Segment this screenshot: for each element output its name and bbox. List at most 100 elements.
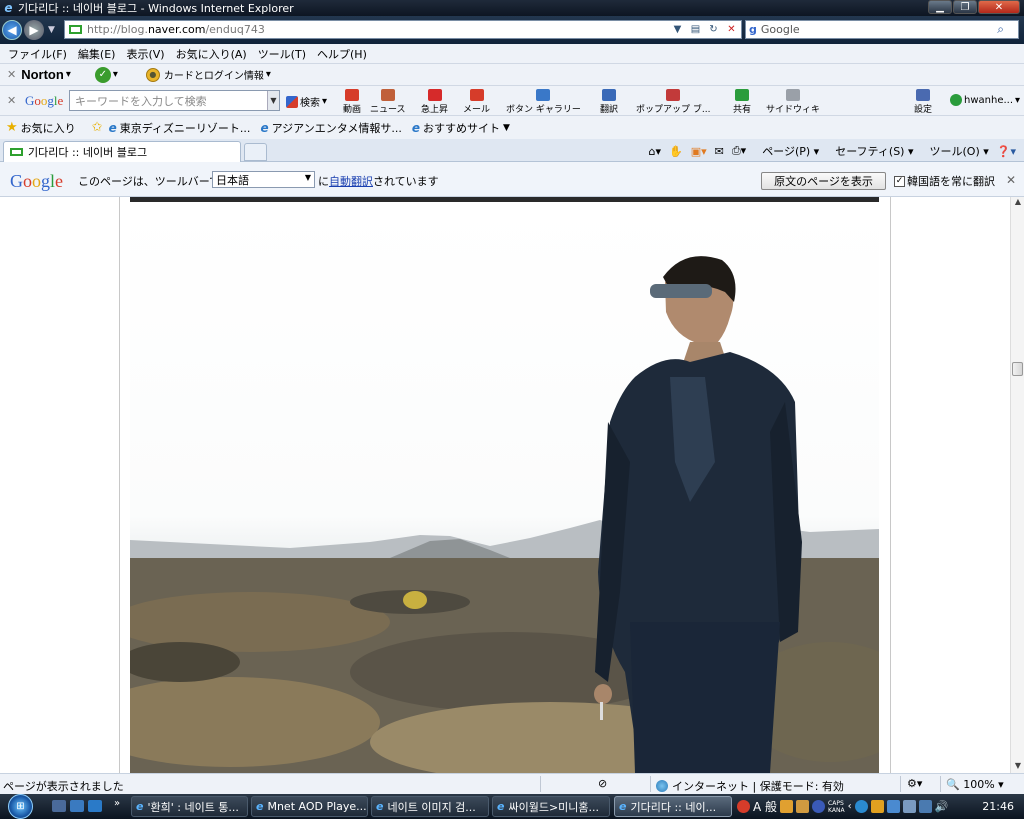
tray-icon-1[interactable] bbox=[854, 800, 868, 813]
tool-trending[interactable]: 急上昇 bbox=[421, 89, 448, 115]
minimize-button[interactable]: ▁ bbox=[928, 0, 952, 14]
google-logo: Google bbox=[10, 171, 64, 191]
add-favorite-icon[interactable]: ✩ bbox=[92, 120, 103, 135]
ime-tool-icon[interactable] bbox=[780, 800, 794, 813]
clock[interactable]: 21:46 bbox=[982, 800, 1014, 813]
back-button[interactable]: ◀ bbox=[2, 20, 22, 40]
close-translate-bar-icon[interactable]: ✕ bbox=[1006, 173, 1016, 187]
refresh-icon[interactable]: ↻ bbox=[706, 22, 721, 37]
scroll-down-icon[interactable]: ▼ bbox=[1011, 761, 1024, 773]
menu-tools[interactable]: ツール(T) bbox=[258, 46, 306, 62]
switch-windows-icon[interactable] bbox=[70, 800, 84, 812]
forward-button[interactable]: ▶ bbox=[24, 20, 44, 40]
security-zone[interactable]: インターネット | 保護モード: 有効 bbox=[656, 778, 844, 794]
globe-icon bbox=[656, 780, 668, 792]
network-icon[interactable] bbox=[918, 800, 932, 813]
home-icon[interactable]: ⌂▾ bbox=[649, 145, 662, 158]
favorite-link-2[interactable]: e アジアンエンタメ情報サ... bbox=[260, 120, 401, 136]
tool-button-gallery[interactable]: ボタン ギャラリー bbox=[506, 89, 581, 115]
chevron-left-icon[interactable]: ‹ bbox=[848, 801, 852, 812]
print-icon[interactable]: ⎙▾ bbox=[732, 144, 746, 158]
tray-icon-4[interactable] bbox=[902, 800, 916, 813]
menu-edit[interactable]: 編集(E) bbox=[78, 46, 116, 62]
close-google-toolbar-icon[interactable]: ✕ bbox=[7, 94, 16, 107]
ime-indicator[interactable]: A 般 bbox=[753, 798, 777, 815]
menu-favorites[interactable]: お気に入り(A) bbox=[176, 46, 247, 62]
google-search-input[interactable]: キーワードを入力して検索 ▼ bbox=[69, 90, 280, 111]
address-url[interactable]: http://blog.naver.com/enduq743 bbox=[87, 23, 265, 36]
menu-help[interactable]: ヘルプ(H) bbox=[317, 46, 367, 62]
taskbar-button-4[interactable]: e 싸이월드>미니홈... bbox=[492, 796, 610, 817]
safe-check-icon[interactable]: ✓ bbox=[94, 66, 111, 83]
vertical-scrollbar[interactable]: ▲ ▼ bbox=[1010, 197, 1024, 773]
norton-toolbar: ✕ Norton ▾ ✓ ▾ ● カードとログイン情報 ▾ bbox=[0, 64, 1024, 86]
tool-share[interactable]: 共有 bbox=[733, 89, 751, 115]
show-desktop-icon[interactable] bbox=[52, 800, 66, 812]
tools-menu[interactable]: ツール(O) ▾ bbox=[922, 143, 989, 159]
tray-app-icon[interactable] bbox=[737, 800, 750, 813]
ie-page-icon: e bbox=[411, 120, 420, 135]
taskbar-button-3[interactable]: e 네이트 이미지 검... bbox=[371, 796, 489, 817]
card-login-button[interactable]: カードとログイン情報 bbox=[164, 67, 264, 82]
zoom-level[interactable]: 🔍 100% ▾ bbox=[946, 778, 1004, 791]
close-toolbar-icon[interactable]: ✕ bbox=[7, 68, 16, 81]
feeds-icon[interactable]: ▣▾ bbox=[691, 145, 707, 158]
google-search-dropdown-icon[interactable]: ▼ bbox=[267, 91, 279, 110]
tab-active[interactable]: 기다리다 :: 네이버 블로그 bbox=[3, 141, 241, 162]
address-bar[interactable]: http://blog.naver.com/enduq743 ▼ ▤ ↻ ✕ bbox=[64, 20, 742, 39]
scroll-thumb[interactable] bbox=[1012, 362, 1023, 376]
hand-icon[interactable]: ✋ bbox=[669, 145, 683, 158]
tool-popup-blocker[interactable]: ポップアップ ブ... bbox=[636, 89, 710, 115]
tray-icon-3[interactable] bbox=[886, 800, 900, 813]
google-search-icon bbox=[286, 95, 298, 108]
compatibility-view-icon[interactable]: ▤ bbox=[688, 22, 703, 37]
norton-brand[interactable]: Norton bbox=[21, 67, 64, 82]
google-logo[interactable]: Google bbox=[25, 93, 63, 109]
start-button[interactable]: ⊞ bbox=[8, 794, 33, 819]
volume-icon[interactable]: 🔊 bbox=[935, 800, 949, 813]
tool-settings[interactable]: 設定 bbox=[914, 89, 932, 115]
google-search-button[interactable]: 検索 ▾ bbox=[286, 94, 327, 109]
maximize-button[interactable]: ❐ bbox=[953, 0, 977, 14]
tray-icon-2[interactable] bbox=[870, 800, 884, 813]
taskbar-button-2[interactable]: e Mnet AOD Playe... bbox=[251, 796, 368, 817]
safety-menu[interactable]: セーフティ(S) ▾ bbox=[827, 143, 913, 159]
ime-pad-icon[interactable] bbox=[796, 800, 810, 813]
system-tray: A 般 CAPS KANA ‹ 🔊 bbox=[737, 794, 951, 819]
close-button[interactable]: ✕ bbox=[978, 0, 1020, 14]
language-select[interactable]: 日本語 ▼ bbox=[212, 171, 315, 188]
help-icon[interactable]: ❓▾ bbox=[997, 145, 1016, 158]
quicklaunch-more-icon[interactable]: » bbox=[114, 798, 120, 809]
auto-translate-link[interactable]: 自動翻訳 bbox=[329, 175, 373, 188]
privacy-icon[interactable]: ⊘ bbox=[598, 777, 607, 790]
page-menu[interactable]: ページ(P) ▾ bbox=[754, 143, 819, 159]
page-icon bbox=[69, 25, 82, 34]
always-translate-checkbox[interactable]: ✓ 韓国語を常に翻訳 bbox=[894, 173, 995, 189]
taskbar-button-1[interactable]: e '환희' : 네이트 통... bbox=[131, 796, 248, 817]
tool-video[interactable]: 動画 bbox=[343, 89, 361, 115]
favorite-link-1[interactable]: e 東京ディズニーリゾート... bbox=[109, 120, 251, 136]
mail-icon[interactable]: ✉ bbox=[715, 145, 724, 158]
new-tab-button[interactable] bbox=[244, 143, 267, 161]
recent-pages-dropdown[interactable]: ▼ bbox=[48, 25, 55, 35]
menu-view[interactable]: 表示(V) bbox=[126, 46, 164, 62]
menu-file[interactable]: ファイル(F) bbox=[8, 46, 67, 62]
show-original-button[interactable]: 原文のページを表示 bbox=[761, 172, 886, 190]
favorite-link-3[interactable]: e おすすめサイト ▼ bbox=[412, 120, 510, 136]
tool-sidewiki[interactable]: サイドウィキ bbox=[766, 89, 820, 115]
search-box[interactable]: g Google ⌕ bbox=[745, 20, 1019, 39]
tool-mail[interactable]: メール bbox=[463, 89, 490, 115]
favorites-button[interactable]: ★ お気に入り bbox=[6, 120, 76, 136]
ie-quicklaunch-icon[interactable] bbox=[88, 800, 102, 812]
tool-translate[interactable]: 翻訳 bbox=[600, 89, 618, 115]
address-dropdown-icon[interactable]: ▼ bbox=[670, 22, 685, 37]
search-icon[interactable]: ⌕ bbox=[997, 22, 1004, 37]
taskbar-button-5[interactable]: e 기다리다 :: 네이... bbox=[614, 796, 732, 817]
add-ons-icon[interactable]: ⚙▾ bbox=[907, 777, 922, 790]
scroll-up-icon[interactable]: ▲ bbox=[1011, 197, 1024, 209]
translate-icon bbox=[602, 89, 616, 101]
user-account[interactable]: hwanhe... ▾ bbox=[950, 94, 1020, 106]
ime-help-icon[interactable] bbox=[812, 800, 826, 813]
tool-news[interactable]: ニュース bbox=[370, 89, 406, 115]
stop-icon[interactable]: ✕ bbox=[724, 22, 739, 37]
